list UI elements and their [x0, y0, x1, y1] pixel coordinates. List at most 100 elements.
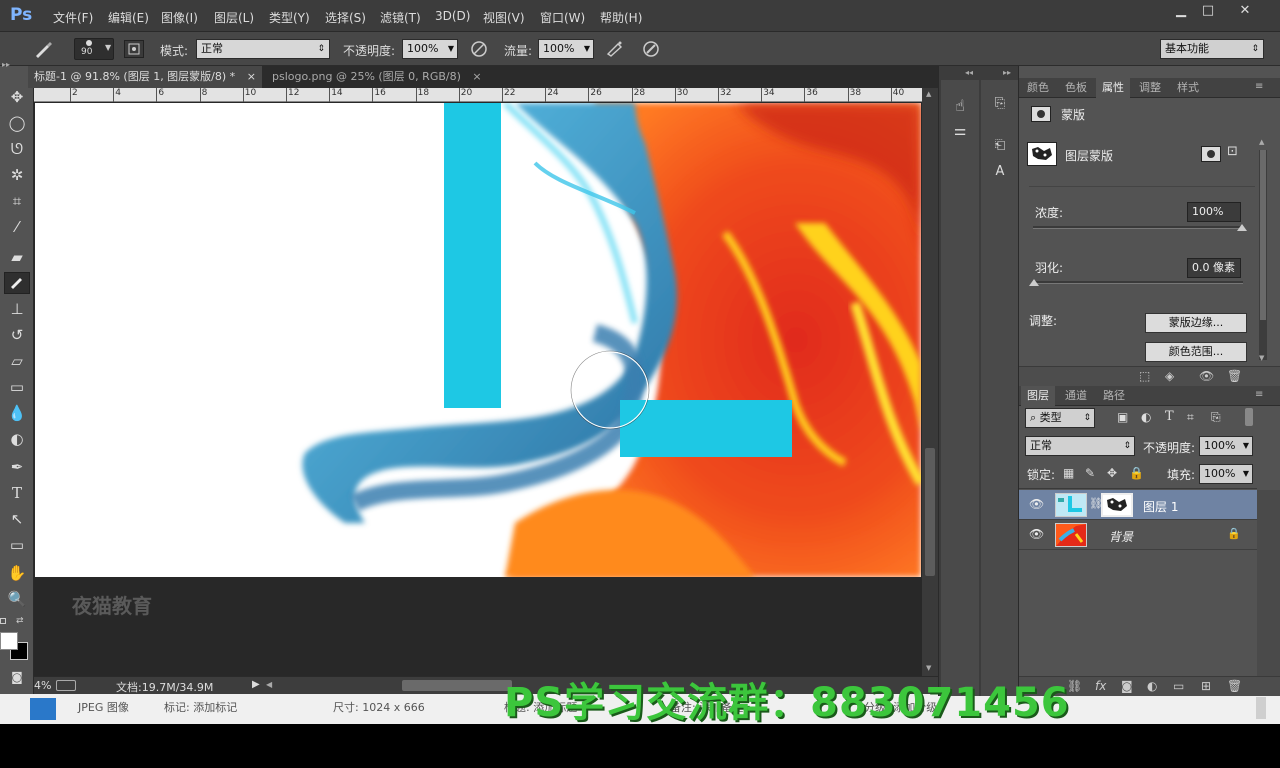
history-brush-tool-icon[interactable]: ↺ — [4, 324, 30, 346]
tab-adjustments[interactable]: 调整 — [1133, 78, 1167, 98]
new-group-icon[interactable]: ▭ — [1173, 679, 1184, 693]
collapse-arrows-icon[interactable]: ◂◂ — [965, 68, 973, 77]
tab-document-1[interactable]: 标题-1 @ 91.8% (图层 1, 图层蒙版/8) * × — [28, 66, 262, 88]
document-canvas[interactable] — [35, 103, 921, 577]
menu-edit[interactable]: 编辑(E) — [108, 9, 149, 26]
density-slider[interactable] — [1033, 226, 1243, 229]
flow-field[interactable]: 100% ▼ — [538, 39, 594, 59]
menu-view[interactable]: 视图(V) — [483, 9, 525, 26]
tab-paths[interactable]: 路径 — [1097, 386, 1131, 406]
pressure-size-icon[interactable] — [640, 40, 662, 58]
trash-icon[interactable]: 🗑 — [1227, 369, 1242, 383]
type-tool-icon[interactable]: T — [4, 482, 30, 504]
close-icon[interactable]: × — [247, 70, 256, 83]
menu-type[interactable]: 类型(Y) — [269, 9, 310, 26]
status-menu-arrow-icon[interactable]: ▶ — [252, 679, 260, 690]
filter-adjustment-icon[interactable]: ◐ — [1141, 410, 1151, 424]
brush-tool-icon[interactable] — [4, 272, 30, 294]
zoom-tool-icon[interactable]: 🔍 — [4, 588, 30, 610]
scroll-left-icon[interactable]: ◀ — [266, 680, 272, 689]
feather-slider[interactable] — [1033, 281, 1243, 284]
scroll-thumb[interactable] — [925, 448, 935, 576]
select-pixel-mask-icon[interactable] — [1201, 146, 1221, 162]
eye-icon[interactable]: 👁 — [1029, 527, 1044, 541]
tab-styles[interactable]: 样式 — [1171, 78, 1205, 98]
filter-pixel-icon[interactable]: ▣ — [1117, 410, 1128, 424]
scroll-up-icon[interactable]: ▲ — [1259, 138, 1264, 146]
horizontal-scroll-thumb[interactable] — [402, 680, 512, 691]
crop-tool-icon[interactable]: ⌗ — [4, 190, 30, 212]
eye-icon[interactable]: 👁 — [1199, 369, 1214, 383]
collapse-arrows-icon[interactable]: ▸▸ — [1003, 68, 1011, 77]
menu-layer[interactable]: 图层(L) — [214, 9, 254, 26]
layer-row-layer1[interactable]: 👁 ⛓ 图层 1 — [1019, 490, 1257, 520]
share-icon[interactable] — [56, 680, 76, 691]
path-selection-tool-icon[interactable]: ↖ — [4, 508, 30, 530]
marquee-tool-icon[interactable]: ◯ — [4, 112, 30, 134]
foreground-color-swatch[interactable] — [0, 632, 18, 650]
layer-row-background[interactable]: 👁 背景 🔒 — [1019, 520, 1257, 550]
load-selection-icon[interactable]: ⬚ — [1139, 369, 1150, 383]
lock-all-icon[interactable]: 🔒 — [1129, 466, 1144, 480]
pen-tool-icon[interactable]: ✒ — [4, 456, 30, 478]
layer-name[interactable]: 背景 — [1109, 528, 1133, 545]
lock-pixels-icon[interactable]: ✎ — [1085, 466, 1095, 480]
history-icon[interactable]: ⎘ — [989, 92, 1011, 114]
strip-scrollbar[interactable] — [1256, 697, 1266, 719]
character-icon[interactable]: A — [989, 160, 1011, 182]
new-layer-icon[interactable]: ⊞ — [1201, 679, 1211, 693]
tab-swatches[interactable]: 色板 — [1059, 78, 1093, 98]
filter-type-icon[interactable]: T — [1165, 409, 1174, 424]
blur-tool-icon[interactable]: 💧 — [4, 402, 30, 424]
tab-color[interactable]: 颜色 — [1021, 78, 1055, 98]
mode-select[interactable]: 正常 ⇕ — [196, 39, 330, 59]
layer-name[interactable]: 图层 1 — [1143, 498, 1178, 515]
healing-brush-tool-icon[interactable]: ▰ — [4, 246, 30, 268]
magic-wand-tool-icon[interactable]: ✲ — [4, 164, 30, 186]
maximize-button[interactable]: □ — [1193, 1, 1223, 21]
density-slider-thumb[interactable] — [1237, 224, 1247, 231]
adjustment-layer-icon[interactable]: ◐ — [1147, 679, 1157, 693]
eyedropper-tool-icon[interactable]: ⁄ — [4, 216, 30, 238]
add-mask-icon[interactable]: ◙ — [1121, 679, 1133, 693]
brush-settings-icon[interactable]: ⚌ — [949, 120, 971, 142]
color-range-button[interactable]: 颜色范围... — [1145, 342, 1247, 362]
panel-menu-icon[interactable]: ≡ — [1255, 81, 1263, 92]
swap-colors-icon[interactable]: ⇄ — [16, 616, 24, 626]
layer-filter-select[interactable]: ⌕ 类型 ⇕ — [1025, 408, 1095, 428]
lock-position-icon[interactable]: ✥ — [1107, 466, 1117, 480]
density-field[interactable]: 100% — [1187, 202, 1241, 222]
filter-smartobject-icon[interactable]: ⎘ — [1211, 410, 1221, 425]
layer-opacity-field[interactable]: 100% ▼ — [1199, 436, 1253, 456]
tab-document-2[interactable]: pslogo.png @ 25% (图层 0, RGB/8) × — [266, 66, 488, 88]
zoom-level[interactable]: 4% — [34, 679, 51, 692]
collapse-arrows-icon[interactable]: ▸▸ — [2, 60, 10, 69]
brush-panel-toggle-icon[interactable] — [124, 40, 144, 58]
menu-file[interactable]: 文件(F) — [53, 9, 93, 26]
quick-mask-icon[interactable]: ◙ — [4, 666, 30, 688]
apply-mask-icon[interactable]: ◈ — [1165, 369, 1174, 383]
eye-icon[interactable]: 👁 — [1029, 497, 1044, 511]
tool-presets-icon[interactable]: ☝ — [949, 94, 971, 116]
filter-shape-icon[interactable]: ⌗ — [1187, 410, 1194, 425]
close-button[interactable]: ✕ — [1230, 1, 1260, 21]
pressure-opacity-icon[interactable] — [468, 40, 490, 58]
menu-filter[interactable]: 滤镜(T) — [380, 9, 421, 26]
panel-menu-icon[interactable]: ≡ — [1255, 389, 1263, 400]
tab-channels[interactable]: 通道 — [1059, 386, 1093, 406]
feather-field[interactable]: 0.0 像素 — [1187, 258, 1241, 278]
menu-help[interactable]: 帮助(H) — [600, 9, 642, 26]
horizontal-ruler[interactable]: 2 4 6 8 10 12 14 16 18 20 22 24 26 28 30 32 34 36 38 40 — [34, 88, 938, 102]
clone-stamp-tool-icon[interactable]: ⊥ — [4, 298, 30, 320]
brush-tool-preset-icon[interactable] — [28, 38, 58, 60]
blend-mode-select[interactable]: 正常 ⇕ — [1025, 436, 1135, 456]
actions-icon[interactable]: ⎗ — [989, 134, 1011, 156]
eraser-tool-icon[interactable]: ▱ — [4, 350, 30, 372]
brush-size-picker[interactable]: 90 ▼ — [74, 38, 114, 60]
properties-scrollbar[interactable] — [1259, 150, 1267, 360]
dodge-tool-icon[interactable]: ◐ — [4, 428, 30, 450]
layers-scroll-area[interactable] — [1257, 490, 1280, 676]
tab-properties[interactable]: 属性 — [1096, 78, 1130, 98]
filter-toggle[interactable] — [1245, 408, 1253, 426]
lock-transparent-icon[interactable]: ▦ — [1063, 466, 1074, 480]
